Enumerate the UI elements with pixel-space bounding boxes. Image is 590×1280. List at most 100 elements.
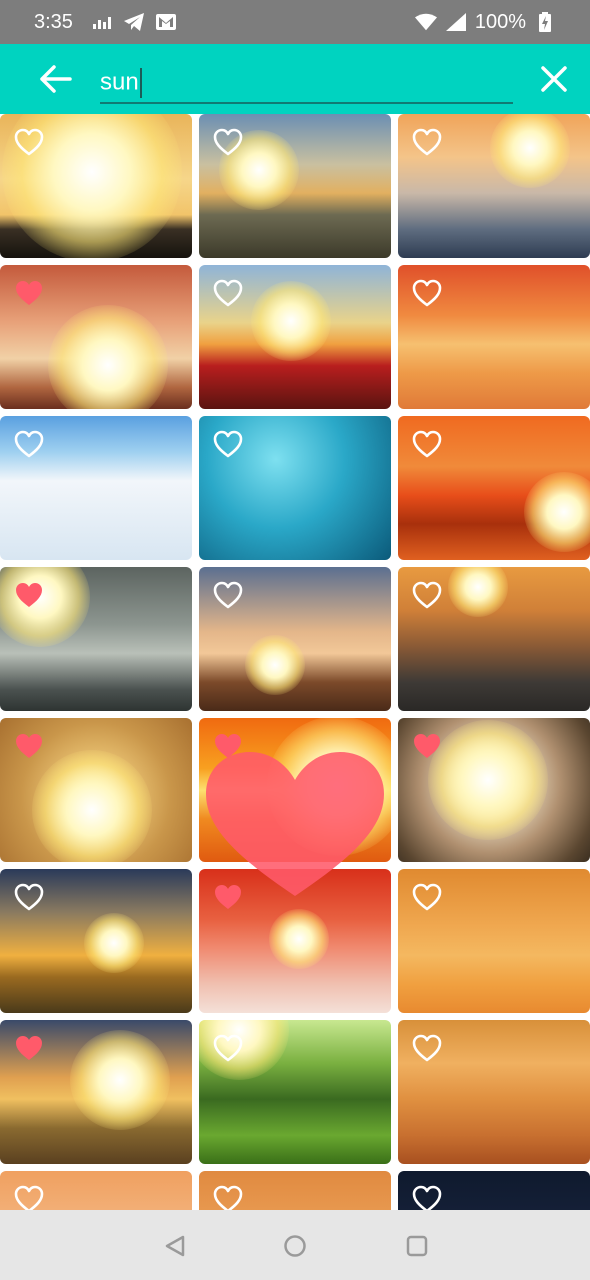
sun-glow: [32, 750, 152, 862]
heart-filled-icon: [414, 734, 440, 758]
sun-glow: [267, 718, 391, 856]
wallpaper-tile[interactable]: [0, 1020, 192, 1164]
wallpaper-tile[interactable]: [0, 567, 192, 711]
arrow-left-icon: [40, 65, 72, 93]
wallpaper-tile[interactable]: [0, 1171, 192, 1210]
signal-icon: [445, 11, 467, 33]
like-button[interactable]: [213, 1185, 243, 1210]
heart-outline-icon: [412, 581, 442, 609]
like-button[interactable]: [412, 128, 442, 156]
heart-filled-icon: [16, 1036, 42, 1060]
sun-glow: [84, 913, 144, 973]
wallpaper-tile[interactable]: [398, 567, 590, 711]
unlike-button[interactable]: [14, 732, 44, 760]
unlike-button[interactable]: [14, 279, 44, 307]
wallpaper-tile[interactable]: [0, 265, 192, 409]
heart-outline-icon: [412, 883, 442, 911]
sun-glow: [448, 567, 508, 617]
like-button[interactable]: [412, 430, 442, 458]
wallpaper-tile[interactable]: [199, 114, 391, 258]
status-left: 3:35: [34, 11, 177, 34]
like-button[interactable]: [14, 883, 44, 911]
battery-icon: [534, 11, 556, 33]
heart-filled-icon: [16, 734, 42, 758]
like-button[interactable]: [412, 581, 442, 609]
sun-glow: [428, 720, 548, 840]
like-button[interactable]: [14, 128, 44, 156]
heart-filled-icon: [215, 734, 241, 758]
like-button[interactable]: [14, 1185, 44, 1210]
heart-filled-icon: [16, 583, 42, 607]
wallpaper-tile[interactable]: [199, 1020, 391, 1164]
sun-glow: [245, 635, 305, 695]
heart-outline-icon: [213, 279, 243, 307]
wallpaper-tile[interactable]: [0, 416, 192, 560]
heart-outline-icon: [213, 1185, 243, 1210]
wallpaper-tile[interactable]: [199, 265, 391, 409]
wallpaper-tile[interactable]: [199, 567, 391, 711]
wallpaper-tile[interactable]: [199, 718, 391, 862]
unlike-button[interactable]: [213, 883, 243, 911]
sun-glow: [251, 281, 331, 361]
like-button[interactable]: [412, 1185, 442, 1210]
wallpaper-tile[interactable]: [199, 416, 391, 560]
heart-outline-icon: [412, 1185, 442, 1210]
home-circle-icon: [284, 1235, 306, 1257]
gmail-icon: [155, 11, 177, 33]
like-button[interactable]: [213, 430, 243, 458]
wallpaper-tile[interactable]: [0, 869, 192, 1013]
wallpaper-tile[interactable]: [398, 114, 590, 258]
unlike-button[interactable]: [14, 581, 44, 609]
wallpaper-tile[interactable]: [398, 718, 590, 862]
wallpaper-tile[interactable]: [398, 1020, 590, 1164]
like-button[interactable]: [213, 581, 243, 609]
nav-home-button[interactable]: [281, 1232, 309, 1260]
back-triangle-icon: [165, 1235, 185, 1257]
wallpaper-tile[interactable]: [0, 114, 192, 258]
unlike-button[interactable]: [14, 1034, 44, 1062]
heart-outline-icon: [14, 128, 44, 156]
sun-glow: [48, 305, 168, 409]
heart-outline-icon: [213, 581, 243, 609]
status-time: 3:35: [34, 10, 73, 33]
back-button[interactable]: [36, 61, 76, 97]
wallpaper-tile[interactable]: [398, 416, 590, 560]
like-button[interactable]: [213, 279, 243, 307]
nav-back-button[interactable]: [161, 1232, 189, 1260]
like-button[interactable]: [213, 1034, 243, 1062]
heart-outline-icon: [14, 883, 44, 911]
unlike-button[interactable]: [412, 732, 442, 760]
wallpaper-tile[interactable]: [199, 869, 391, 1013]
search-input[interactable]: [100, 58, 513, 104]
wallpaper-tile[interactable]: [0, 718, 192, 862]
heart-filled-icon: [215, 885, 241, 909]
wallpaper-tile[interactable]: [199, 1171, 391, 1210]
heart-outline-icon: [412, 1034, 442, 1062]
heart-outline-icon: [412, 279, 442, 307]
wallpaper-tile[interactable]: [398, 265, 590, 409]
status-bar: 3:35 100%: [0, 0, 590, 44]
heart-outline-icon: [213, 430, 243, 458]
like-button[interactable]: [412, 279, 442, 307]
nav-recents-button[interactable]: [403, 1232, 431, 1260]
heart-outline-icon: [213, 1034, 243, 1062]
sun-glow: [70, 1030, 170, 1130]
sun-glow: [524, 472, 590, 552]
clear-search-button[interactable]: [534, 61, 574, 97]
battery-percentage: 100%: [474, 10, 526, 33]
wallpaper-tile[interactable]: [398, 1171, 590, 1210]
status-right: 100%: [414, 10, 556, 34]
system-navigation-bar: [0, 1210, 590, 1280]
like-button[interactable]: [412, 883, 442, 911]
heart-outline-icon: [14, 1185, 44, 1210]
wallpaper-grid: [0, 114, 590, 1210]
wallpaper-tile[interactable]: [398, 869, 590, 1013]
like-button[interactable]: [14, 430, 44, 458]
unlike-button[interactable]: [213, 732, 243, 760]
like-button[interactable]: [213, 128, 243, 156]
heart-filled-icon: [16, 281, 42, 305]
like-button[interactable]: [412, 1034, 442, 1062]
wifi-icon: [414, 11, 437, 33]
heart-outline-icon: [412, 128, 442, 156]
recents-square-icon: [406, 1235, 428, 1257]
